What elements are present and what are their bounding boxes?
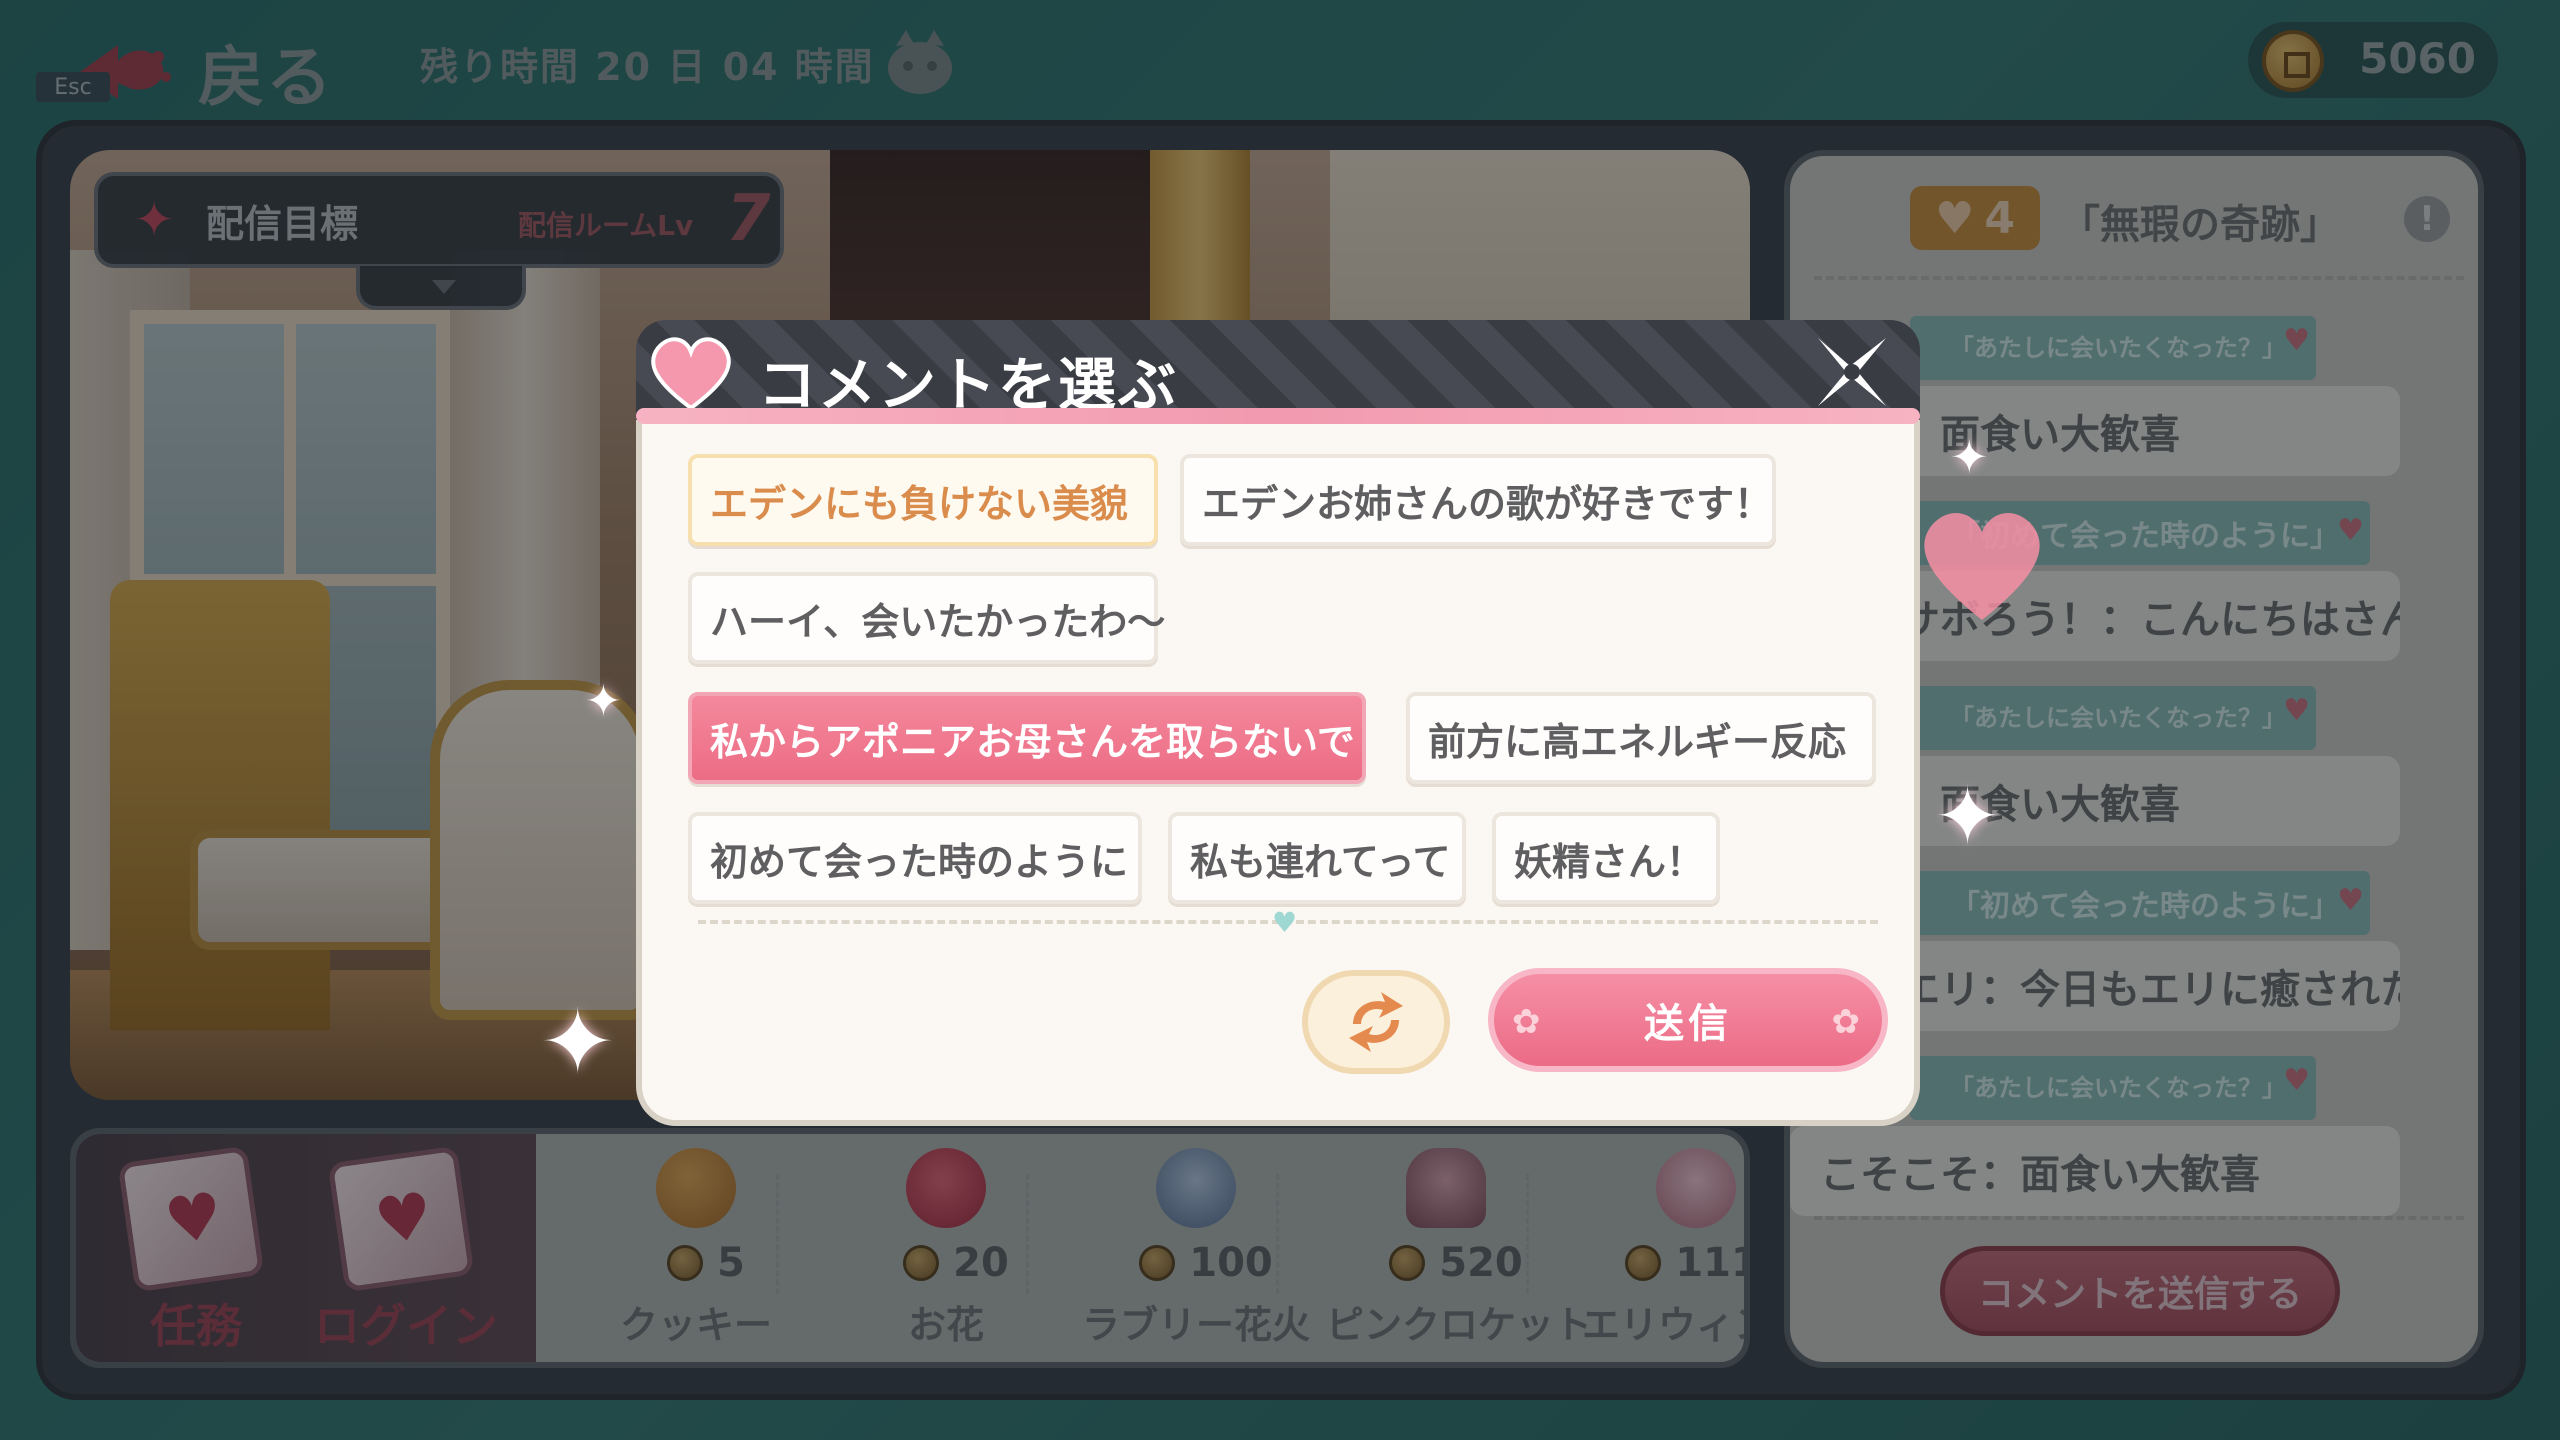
login-button[interactable]: ログイン xyxy=(306,1144,506,1362)
comment-option[interactable]: 妖精さん！ xyxy=(1492,812,1720,904)
close-button[interactable] xyxy=(1810,330,1894,414)
goal-count: 4 xyxy=(1984,192,2016,244)
comment-tag: 「あたしに会いたくなった？」 xyxy=(1910,1056,2316,1120)
rose-icon xyxy=(906,1148,986,1228)
room-level-value: 7 xyxy=(726,182,771,256)
info-icon[interactable]: ! xyxy=(2404,196,2450,242)
goal-label: 配信目標 xyxy=(206,201,359,246)
comment-option-selected[interactable]: 私からアポニアお母さんを取らないで xyxy=(688,692,1366,784)
divider xyxy=(1814,1216,2464,1220)
coin-icon xyxy=(1625,1245,1662,1281)
mascot-icon[interactable] xyxy=(880,24,960,100)
gift-firework[interactable]: 100 ラブリー花火 xyxy=(1076,1144,1316,1362)
gift-divider xyxy=(776,1174,779,1294)
sparkle-icon: ✦ xyxy=(540,990,616,1095)
comment-option[interactable]: 私も連れてって xyxy=(1168,812,1466,904)
heart-balloon-icon xyxy=(1912,500,2052,630)
comment-option[interactable]: 前方に高エネルギー反応 xyxy=(1406,692,1876,784)
coin-icon xyxy=(667,1245,704,1281)
coin-icon xyxy=(1389,1245,1426,1281)
gift-price: 100 xyxy=(1116,1240,1296,1286)
gift-bar: 任務 ログイン 5 クッキー 20 お花 100 ラブリー花火 520 ピンクロ… xyxy=(70,1128,1750,1368)
gift-cookie[interactable]: 5 クッキー xyxy=(576,1144,816,1362)
gift-name: エリウィンク xyxy=(1581,1303,1744,1347)
coin-icon xyxy=(1139,1245,1176,1281)
gift-name: お花 xyxy=(907,1303,984,1347)
remaining-time: 残り時間 20 日 04 時間 xyxy=(420,45,875,89)
comment-option[interactable]: 初めて会った時のように xyxy=(688,812,1142,904)
cookie-icon xyxy=(656,1148,736,1228)
coin-icon xyxy=(2262,30,2324,92)
gift-rocket[interactable]: 520 ピンクロケット xyxy=(1326,1144,1593,1362)
gift-name: ピンクロケット xyxy=(1326,1303,1593,1347)
gift-divider xyxy=(1276,1174,1279,1294)
task-button[interactable]: 任務 xyxy=(96,1144,296,1362)
quick-actions: 任務 ログイン xyxy=(76,1134,536,1362)
login-calendar-icon xyxy=(327,1145,475,1293)
choose-comment-dialog: エデンにも負けない美貌 エデンお姉さんの歌が好きです！ ハーイ、会いたかったわ～… xyxy=(636,320,1920,1126)
room-level-label: 配信ルームLv xyxy=(518,209,694,242)
heart-icon: ♥ xyxy=(1934,192,1975,244)
sparkle-icon: ✦ xyxy=(585,676,622,727)
comment-option[interactable]: エデンお姉さんの歌が好きです！ xyxy=(1180,454,1776,546)
comment-option[interactable]: エデンにも負けない美貌 xyxy=(688,454,1158,546)
send-button[interactable]: 送信 xyxy=(1488,968,1888,1072)
stream-goal-bar[interactable]: ✦ 配信目標 配信ルームLv 7 xyxy=(94,172,784,268)
comment-text: こそこそ：面食い大歓喜 xyxy=(1790,1126,2400,1216)
rocket-icon xyxy=(1406,1148,1486,1228)
task-label: 任務 xyxy=(150,1299,242,1353)
esc-hint: Esc xyxy=(36,72,110,102)
gift-price: 1111 xyxy=(1616,1240,1744,1286)
dialog-body: エデンにも負けない美貌 エデンお姉さんの歌が好きです！ ハーイ、会いたかったわ～… xyxy=(636,410,1920,1126)
heart-icon: ♥ xyxy=(1272,906,1298,939)
back-button[interactable]: 戻る xyxy=(70,22,350,122)
coin-icon xyxy=(903,1245,940,1281)
gift-name: ラブリー花火 xyxy=(1081,1303,1310,1347)
comment-tag: 「あたしに会いたくなった？」 xyxy=(1910,686,2316,750)
send-comment-button[interactable]: コメントを送信する xyxy=(1940,1246,2340,1336)
comment-tag: 「初めて会った時のように」 xyxy=(1910,871,2370,935)
comment-option[interactable]: ハーイ、会いたかったわ～ xyxy=(688,572,1165,664)
dialog-header: コメントを選ぶ xyxy=(636,320,1920,420)
sparkle-star-icon: ✦ xyxy=(134,192,175,248)
divider xyxy=(1814,276,2464,280)
top-bar: 戻る Esc 残り時間 20 日 04 時間 5060 xyxy=(0,0,2560,120)
gift-price: 520 xyxy=(1366,1240,1546,1286)
goal-count-badge: ♥ 4 xyxy=(1910,186,2040,250)
sparkle-icon: ✦ xyxy=(1934,770,2002,863)
panel-title: 「無瑕の奇跡」 xyxy=(2060,202,2340,248)
bed xyxy=(110,580,330,1030)
comment-tag: 「あたしに会いたくなった？」 xyxy=(1910,316,2316,380)
coin-value: 5060 xyxy=(2359,34,2476,83)
firework-icon xyxy=(1156,1148,1236,1228)
gift-price: 5 xyxy=(616,1240,796,1286)
close-x-icon xyxy=(1818,338,1886,406)
gift-divider xyxy=(1526,1174,1529,1294)
coin-balance: 5060 xyxy=(2248,22,2498,98)
gift-name: クッキー xyxy=(619,1303,772,1347)
heart-icon xyxy=(651,337,731,411)
armchair xyxy=(430,680,650,1020)
task-clipboard-icon xyxy=(117,1145,265,1293)
gift-flower[interactable]: 20 お花 xyxy=(826,1144,1066,1362)
gift-eliwink[interactable]: 1111 エリウィンク xyxy=(1576,1144,1744,1362)
gift-price: 20 xyxy=(866,1240,1046,1286)
refresh-arrows-icon xyxy=(1349,992,1403,1052)
refresh-button[interactable] xyxy=(1302,970,1450,1074)
elysia-wink-icon xyxy=(1656,1148,1736,1228)
goal-expand-toggle[interactable] xyxy=(356,266,526,310)
login-label: ログイン xyxy=(314,1299,498,1353)
gift-divider xyxy=(1026,1174,1029,1294)
dialog-ribbon xyxy=(636,408,1920,424)
back-label: 戻る xyxy=(198,39,334,116)
sparkle-icon: ✦ xyxy=(1950,430,1989,484)
